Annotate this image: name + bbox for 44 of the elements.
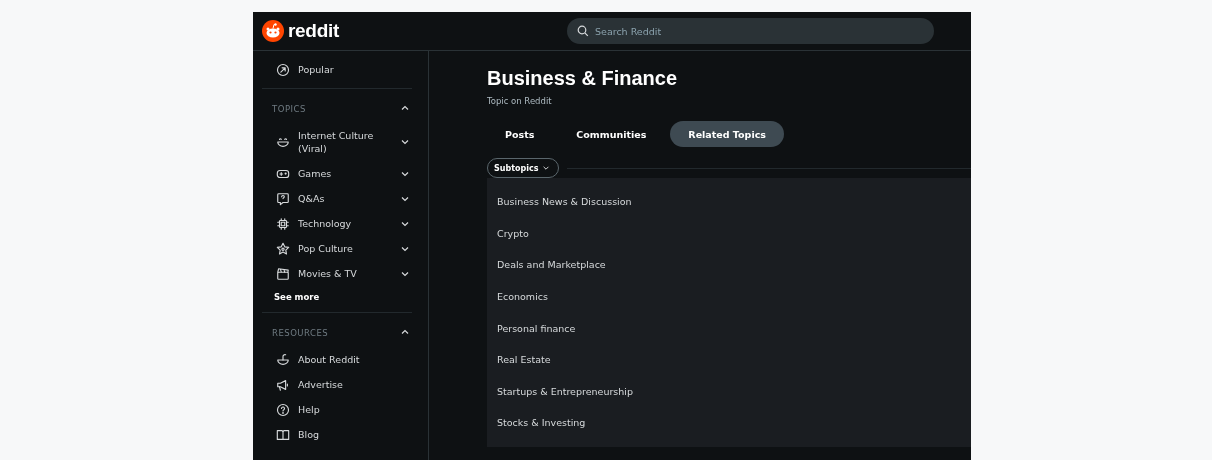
question-bubble-icon	[276, 191, 290, 206]
see-more-link[interactable]: See more	[274, 292, 320, 302]
book-icon	[276, 427, 290, 442]
sidebar-item[interactable]: Technology	[262, 211, 412, 236]
smiley-icon	[276, 135, 290, 149]
sidebar-item[interactable]: Movies & TV	[262, 261, 412, 286]
section-heading: RESOURCES	[272, 328, 329, 338]
star-icon	[276, 241, 290, 256]
tab[interactable]: Posts	[487, 121, 553, 147]
subtopic-link[interactable]: Economics	[497, 291, 548, 303]
subtopic-link[interactable]: Personal finance	[497, 322, 576, 334]
subtopic-link[interactable]: Deals and Marketplace	[497, 259, 606, 271]
logo-icon[interactable]	[262, 20, 284, 42]
chevron-icon[interactable]	[400, 103, 410, 113]
sidebar-item[interactable]: About Reddit	[262, 347, 412, 372]
sidebar-item[interactable]: Popular	[262, 57, 412, 82]
clapperboard-icon	[276, 266, 290, 281]
chevron-icon	[542, 164, 551, 172]
subtopic-link[interactable]: Real Estate	[497, 354, 551, 366]
tab[interactable]: Communities	[558, 121, 665, 147]
sidebar-item[interactable]: Blog	[262, 422, 412, 447]
subtopic-link[interactable]: Crypto	[497, 227, 529, 239]
search-field[interactable]: Search Reddit	[567, 18, 934, 44]
logo-text[interactable]: reddit	[288, 20, 339, 42]
sidebar-item[interactable]: Q&As	[262, 186, 412, 211]
bowl-icon	[276, 352, 290, 367]
sidebar-item[interactable]: Games	[262, 161, 412, 186]
page-subtitle: Topic on Reddit	[487, 96, 553, 106]
subtopic-link[interactable]: Stocks & Investing	[497, 417, 586, 429]
sidebar-item[interactable]: Help	[262, 397, 412, 422]
subtopic-link[interactable]: Startups & Entrepreneurship	[497, 385, 633, 397]
chevron-icon[interactable]	[400, 137, 410, 147]
section-heading: TOPICS	[272, 104, 306, 114]
search-icon	[577, 25, 589, 37]
page-title: Business & Finance	[487, 67, 679, 90]
sidebar-item[interactable]: Internet Culture (Viral)	[262, 123, 412, 161]
tab[interactable]: Related Topics	[670, 121, 784, 147]
sidebar-item[interactable]: Advertise	[262, 372, 412, 397]
subtopic-link[interactable]: Business News & Discussion	[497, 196, 632, 208]
sidebar-item[interactable]: Pop Culture	[262, 236, 412, 261]
chevron-icon[interactable]	[400, 327, 410, 337]
chip-icon	[276, 216, 290, 231]
help-icon	[276, 402, 290, 417]
megaphone-icon	[276, 377, 290, 392]
